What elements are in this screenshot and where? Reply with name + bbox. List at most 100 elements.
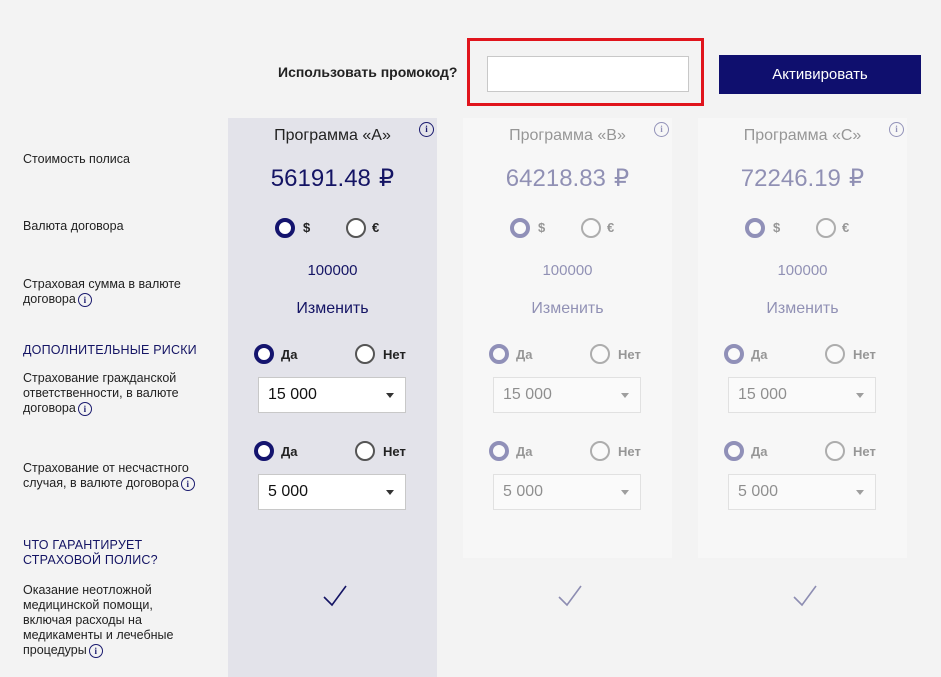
accident-no-radio[interactable] <box>590 441 610 461</box>
price-value: 72246.19 <box>740 165 841 192</box>
guarantee-heading-line1: ЧТО ГАРАНТИРУЕТ <box>23 538 143 552</box>
liability-yes-label: Да <box>751 347 768 362</box>
liability-amount-select[interactable]: 15 000 <box>493 377 641 413</box>
accident-yes-radio[interactable] <box>489 441 509 461</box>
checkmark-icon <box>558 585 582 607</box>
accident-no-label: Нет <box>618 444 641 459</box>
ruble-symbol: ₽ <box>613 165 630 192</box>
liability-amount-select[interactable]: 15 000 <box>258 377 406 413</box>
currency-eur-label: € <box>372 220 380 235</box>
liability-insurance-label: Страхование гражданской ответственности,… <box>23 371 179 416</box>
sum-insured-value: 100000 <box>777 262 828 279</box>
program-info-icon[interactable]: i <box>654 122 669 137</box>
program-a-column: Программа «А» i 56191.48 ₽ $ € 100000 Изм… <box>228 0 437 677</box>
accident-amount-value: 5 000 <box>268 483 309 500</box>
medical-info-icon[interactable]: i <box>88 643 103 658</box>
liability-no-radio[interactable] <box>590 344 610 364</box>
liability-yes-radio[interactable] <box>489 344 509 364</box>
program-price: 64218.83 ₽ <box>463 164 672 193</box>
medical-label-line1: Оказание неотложной <box>23 583 152 597</box>
accident-no-radio[interactable] <box>355 441 375 461</box>
program-price: 56191.48 ₽ <box>228 164 437 193</box>
medical-label-line5: процедуры <box>23 643 87 657</box>
accident-amount-select[interactable]: 5 000 <box>258 474 406 510</box>
accident-amount-select[interactable]: 5 000 <box>728 474 876 510</box>
medical-label-line3: включая расходы на <box>23 613 142 627</box>
ruble-symbol: ₽ <box>848 165 865 192</box>
sum-insured-label-line2: договора <box>23 292 76 306</box>
accident-yes-radio[interactable] <box>254 441 274 461</box>
medical-label-line2: медицинской помощи, <box>23 598 153 612</box>
ruble-symbol: ₽ <box>378 165 395 192</box>
accident-no-label: Нет <box>383 444 406 459</box>
liability-amount-value: 15 000 <box>268 386 317 403</box>
program-price: 72246.19 ₽ <box>698 164 907 193</box>
accident-amount-value: 5 000 <box>738 483 779 500</box>
currency-usd-label: $ <box>303 220 311 235</box>
guarantee-heading-line2: СТРАХОВОЙ ПОЛИС? <box>23 553 158 567</box>
change-sum-link[interactable]: Изменить <box>698 300 907 318</box>
accident-yes-label: Да <box>516 444 533 459</box>
accident-info-icon[interactable]: i <box>180 476 195 491</box>
accident-insurance-label: Страхование от несчастного случая, в вал… <box>23 461 195 491</box>
chevron-down-icon <box>386 393 394 398</box>
currency-eur-radio[interactable] <box>581 218 601 238</box>
sum-insured-label: Страховая сумма в валюте договора i <box>23 277 181 307</box>
emergency-medical-label: Оказание неотложной медицинской помощи, … <box>23 583 173 658</box>
currency-eur-radio[interactable] <box>346 218 366 238</box>
accident-amount-value: 5 000 <box>503 483 544 500</box>
liability-yes-radio[interactable] <box>724 344 744 364</box>
currency-usd-label: $ <box>538 220 546 235</box>
additional-risks-heading: ДОПОЛНИТЕЛЬНЫЕ РИСКИ <box>23 343 197 357</box>
accident-yes-label: Да <box>281 444 298 459</box>
chevron-down-icon <box>386 490 394 495</box>
currency-usd-radio[interactable] <box>745 218 765 238</box>
policy-cost-label: Стоимость полиса <box>23 152 130 166</box>
liability-info-icon[interactable]: i <box>77 401 92 416</box>
liability-yes-label: Да <box>516 347 533 362</box>
currency-usd-radio[interactable] <box>510 218 530 238</box>
program-info-icon[interactable]: i <box>419 122 434 137</box>
liability-amount-value: 15 000 <box>503 386 552 403</box>
program-b-column: Программа «В» i 64218.83 ₽ $ € 100000 Изм… <box>463 0 672 677</box>
sum-insured-label-line1: Страховая сумма в валюте <box>23 277 181 291</box>
checkmark-icon <box>323 585 347 607</box>
sum-insured-info-icon[interactable]: i <box>77 292 92 307</box>
change-sum-link[interactable]: Изменить <box>463 300 672 318</box>
liability-amount-select[interactable]: 15 000 <box>728 377 876 413</box>
currency-usd-label: $ <box>773 220 781 235</box>
accident-label-line1: Страхование от несчастного <box>23 461 189 475</box>
sum-insured-value: 100000 <box>307 262 358 279</box>
program-c-column: Программа «С» i 72246.19 ₽ $ € 100000 Изм… <box>698 0 907 677</box>
medical-label-line4: медикаменты и лечебные <box>23 628 174 642</box>
checkmark-icon <box>793 585 817 607</box>
accident-amount-select[interactable]: 5 000 <box>493 474 641 510</box>
liability-label-line2: ответственности, в валюте <box>23 386 179 400</box>
currency-eur-label: € <box>842 220 850 235</box>
accident-yes-radio[interactable] <box>724 441 744 461</box>
liability-no-label: Нет <box>618 347 641 362</box>
program-title: Программа «С» <box>743 127 862 144</box>
liability-label-line1: Страхование гражданской <box>23 371 177 385</box>
liability-yes-label: Да <box>281 347 298 362</box>
currency-eur-radio[interactable] <box>816 218 836 238</box>
chevron-down-icon <box>621 490 629 495</box>
change-sum-link[interactable]: Изменить <box>228 300 437 318</box>
price-value: 64218.83 <box>505 165 606 192</box>
price-value: 56191.48 <box>270 165 371 192</box>
accident-no-radio[interactable] <box>825 441 845 461</box>
liability-no-radio[interactable] <box>825 344 845 364</box>
contract-currency-label: Валюта договора <box>23 219 124 233</box>
sum-insured-value: 100000 <box>542 262 593 279</box>
guarantee-heading: ЧТО ГАРАНТИРУЕТ СТРАХОВОЙ ПОЛИС? <box>23 538 158 568</box>
program-title: Программа «В» <box>509 127 626 144</box>
chevron-down-icon <box>856 393 864 398</box>
program-info-icon[interactable]: i <box>889 122 904 137</box>
liability-label-line3: договора <box>23 401 76 415</box>
accident-label-line2: случая, в валюте договора <box>23 476 179 490</box>
program-title: Программа «А» <box>274 127 391 144</box>
accident-yes-label: Да <box>751 444 768 459</box>
liability-yes-radio[interactable] <box>254 344 274 364</box>
liability-no-radio[interactable] <box>355 344 375 364</box>
currency-usd-radio[interactable] <box>275 218 295 238</box>
